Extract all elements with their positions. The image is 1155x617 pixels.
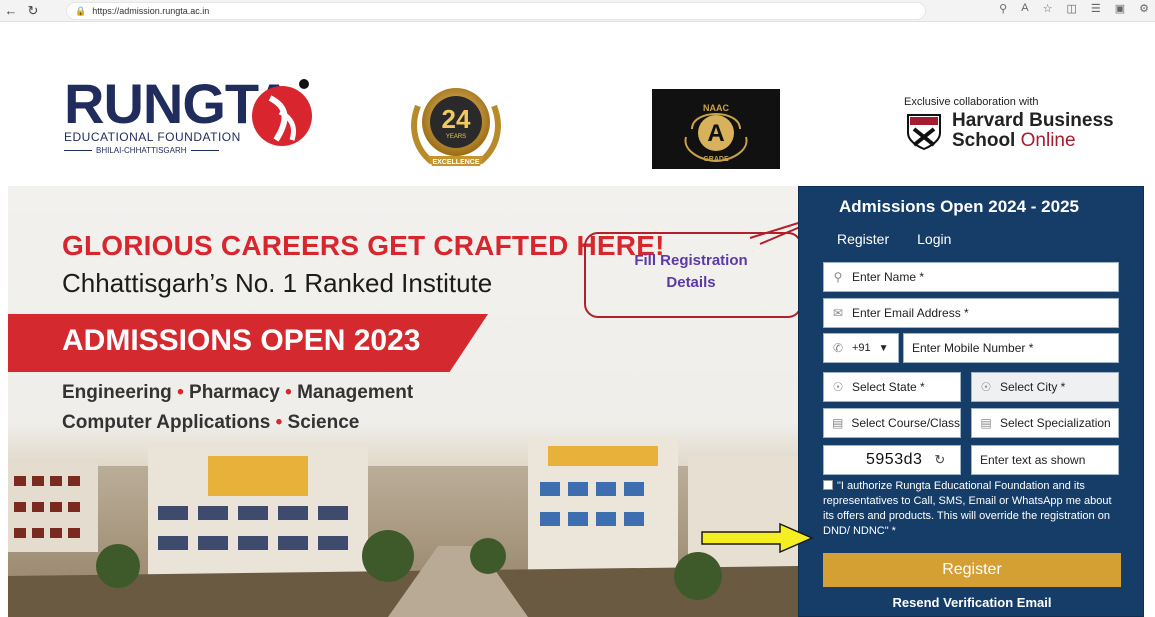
harvard-school-word: School [952,130,1016,151]
country-code-value: +91 [852,342,871,354]
register-button[interactable]: Register [823,553,1121,587]
name-placeholder: Enter Name * [852,270,925,284]
harvard-shield-icon [907,114,941,151]
favorites-list-icon[interactable]: ☰ [1091,2,1101,15]
hero-subheadline: Chhattisgarh’s No. 1 Ranked Institute [62,268,493,298]
divider-line [64,150,92,151]
name-field[interactable]: ⚲ Enter Name * [823,262,1119,292]
harvard-line2: School Online [952,131,1114,151]
badge-years-number: 24 [442,104,471,134]
naac-label: NAAC [703,103,729,113]
admissions-banner-text: ADMISSIONS OPEN 2023 [62,324,421,357]
registration-panel: Admissions Open 2024 - 2025 Register Log… [798,186,1144,617]
address-bar[interactable]: 🔒 https://admission.rungta.ac.in [66,2,926,20]
city-placeholder: Select City * [1000,380,1066,394]
panel-title: Admissions Open 2024 - 2025 [839,197,1079,216]
envelope-icon: ✉ [832,306,844,320]
consent-block: "I authorize Rungta Educational Foundati… [823,479,1123,539]
site-header: RUNGTA EDUCATIONAL FOUNDATION BHILAI-CHH… [0,22,1155,186]
tab-login[interactable]: Login [917,231,951,247]
extensions-icon[interactable]: ⚙ [1139,2,1149,15]
specialization-select[interactable]: ▤ Select Specialization [971,408,1119,438]
course-list-row1: Engineering • Pharmacy • Management [62,382,413,404]
harvard-collaboration[interactable]: Exclusive collaboration with Harvard Bus… [904,96,1114,151]
captcha-text: 5953d3 [866,451,923,468]
clipboard-icon: ▤ [832,416,844,430]
lock-icon: 🔒 [75,5,87,16]
email-placeholder: Enter Email Address * [852,306,969,320]
course-management: Management [297,382,414,403]
yellow-arrow-icon [701,522,814,554]
annotation-line2: Details [666,274,716,291]
captcha-refresh-icon[interactable]: ↻ [934,452,945,468]
naac-grade-word: GRADE [703,156,729,163]
specialization-placeholder: Select Specialization [1000,416,1111,430]
course-pharmacy: Pharmacy [189,382,280,403]
naac-grade-letter: A [707,120,724,147]
state-placeholder: Select State * [852,380,925,394]
url-text: https://admission.rungta.ac.in [92,6,210,16]
rungta-emblem-icon [252,79,312,146]
email-field[interactable]: ✉ Enter Email Address * [823,298,1119,328]
consent-text: "I authorize Rungta Educational Foundati… [823,480,1112,537]
rungta-place-text: BHILAI-CHHATTISGARH [96,146,187,155]
location-icon: ☉ [980,380,992,394]
form-tabs: Register Login [837,231,951,247]
browser-toolbar: ← ↻ 🔒 https://admission.rungta.ac.in ⚲ A… [0,0,1155,22]
course-select[interactable]: ▤ Select Course/Class [823,408,961,438]
bullet-dot: • [285,382,292,403]
mobile-placeholder: Enter Mobile Number * [912,341,1034,355]
state-select[interactable]: ☉ Select State * [823,372,961,402]
badge-years-label: YEARS [446,134,466,140]
zoom-icon[interactable]: ⚲ [999,2,1007,15]
chevron-down-icon: ▼ [878,342,889,354]
harvard-name: Harvard Business School Online [952,111,1114,151]
captcha-input[interactable]: Enter text as shown [971,445,1119,475]
annotation-text: Fill Registration Details [606,250,776,294]
read-aloud-icon[interactable]: A [1021,2,1028,15]
browser-actions: ⚲ A ☆ ◫ ☰ ▣ ⚙ [999,2,1149,15]
location-icon: ☉ [832,380,844,394]
captcha-box: 5953d3 ↻ [823,445,961,475]
country-code-select[interactable]: ✆ +91 ▼ [823,333,899,363]
tab-register[interactable]: Register [837,231,889,247]
resend-verification-link[interactable]: Resend Verification Email [799,595,1145,610]
mobile-field[interactable]: Enter Mobile Number * [903,333,1119,363]
harvard-online-word: Online [1020,130,1076,151]
phone-icon: ✆ [832,341,844,355]
favorite-star-icon[interactable]: ☆ [1043,2,1053,15]
collections-icon[interactable]: ▣ [1115,2,1125,15]
course-placeholder: Select Course/Class [851,416,961,430]
city-select[interactable]: ☉ Select City * [971,372,1119,402]
annotation-line1: Fill Registration [634,252,748,269]
campus-image [8,436,798,617]
split-screen-icon[interactable]: ◫ [1066,2,1076,15]
refresh-icon[interactable]: ↻ [22,0,44,22]
24-years-excellence-badge: 24 YEARS EXCELLENCE [411,88,501,166]
user-icon: ⚲ [833,270,843,284]
naac-a-grade-badge: NAAC A GRADE [652,89,780,169]
divider-line [190,150,219,151]
harvard-logo-row: Harvard Business School Online [904,111,1114,151]
course-engineering: Engineering [62,382,172,403]
bullet-dot: • [177,382,184,403]
back-arrow-icon[interactable]: ← [0,0,22,22]
harvard-collab-text: Exclusive collaboration with [904,96,1039,108]
hero-headline: GLORIOUS CAREERS GET CRAFTED HERE! [62,230,665,261]
consent-checkbox[interactable] [823,480,833,490]
captcha-input-placeholder: Enter text as shown [980,453,1086,467]
badge-excellence-label: EXCELLENCE [432,159,479,166]
clipboard-icon: ▤ [980,416,992,430]
harvard-line1: Harvard Business [952,110,1114,131]
